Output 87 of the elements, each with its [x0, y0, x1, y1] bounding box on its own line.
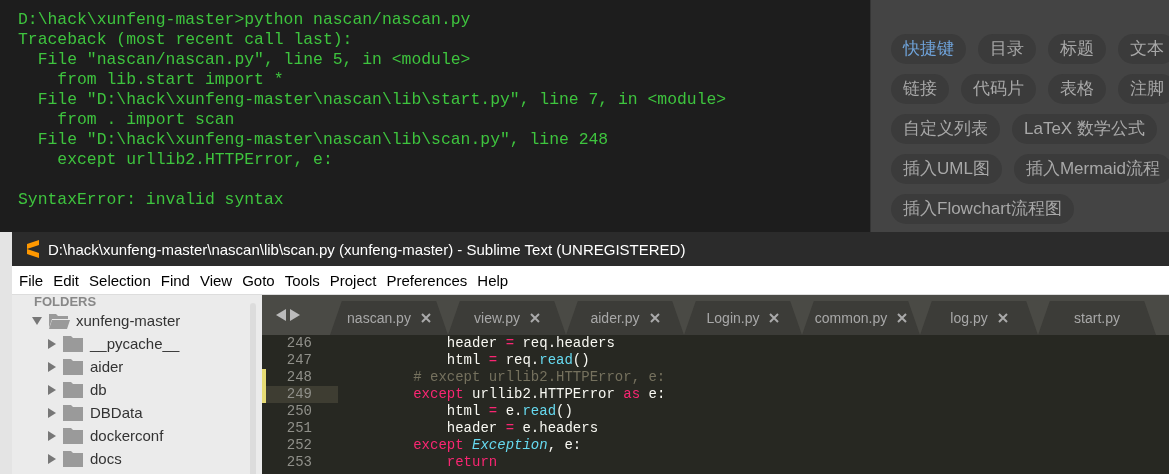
folder-name[interactable]: xunfeng-master — [76, 312, 181, 329]
line-number: 250 — [285, 403, 313, 420]
menu-item[interactable]: Goto — [237, 271, 280, 289]
open-folder-icon — [48, 311, 70, 330]
file-tab[interactable]: aider.py — [566, 301, 684, 335]
folder-name[interactable]: db — [90, 381, 107, 398]
help-tag[interactable]: 插入Flowchart流程图 — [891, 194, 1074, 224]
collapsed-arrow-icon[interactable] — [48, 453, 56, 464]
folder-name[interactable]: dockerconf — [90, 427, 164, 444]
code-editor[interactable]: 246 header = req.headers 247 html = req.read() 248 # except urllib2.HTTPError, e: 249 except urllib2.HTTPError as e: 250 html = e.read() 251 header = e.headers 252 except Exception, e: 253 return — [262, 335, 1169, 474]
expanded-arrow-icon[interactable] — [32, 316, 42, 325]
help-tag[interactable]: 目录 — [978, 34, 1036, 64]
collapsed-arrow-icon[interactable] — [48, 430, 56, 441]
terminal-line: File "nascan/nascan.py", line 5, in <module> — [36, 50, 471, 70]
file-tab[interactable]: view.py — [448, 301, 566, 335]
folder-name[interactable]: aider — [90, 358, 124, 375]
terminal-line: SyntaxError: invalid syntax — [18, 189, 284, 210]
line-number: 251 — [285, 420, 313, 437]
line-number: 253 — [285, 454, 313, 471]
close-icon[interactable] — [997, 313, 1008, 323]
collapsed-arrow-icon[interactable] — [48, 338, 56, 349]
code-line: except urllib2.HTTPError as e: — [412, 386, 666, 403]
line-number: 246 — [285, 335, 313, 352]
code-line: except Exception, e: — [412, 437, 582, 454]
terminal-line: except urllib2.HTTPError, e: — [56, 150, 333, 170]
code-line: html = req.read() — [445, 352, 590, 369]
menu-item[interactable]: File — [14, 271, 49, 289]
folder-icon — [62, 403, 84, 422]
folder-icon — [62, 380, 84, 399]
terminal-line: from lib.start import * — [56, 70, 284, 90]
close-icon[interactable] — [649, 313, 660, 323]
folder-icon — [62, 357, 84, 376]
code-line: return — [445, 454, 498, 471]
help-tag[interactable]: 注脚 — [1118, 74, 1169, 104]
code-line: html = e.read() — [445, 403, 573, 420]
terminal-line: File "D:\hack\xunfeng-master\nascan\lib\start.py", line 7, in <module> — [36, 90, 727, 110]
menu-item[interactable]: Edit — [48, 271, 85, 289]
menu-item[interactable]: Project — [324, 271, 382, 289]
collapsed-arrow-icon[interactable] — [48, 407, 56, 418]
collapsed-arrow-icon[interactable] — [48, 384, 56, 395]
help-tag[interactable]: 标题 — [1048, 34, 1106, 64]
menu-item[interactable]: Tools — [279, 271, 325, 289]
folder-name[interactable]: __pycache__ — [90, 335, 180, 352]
file-tab[interactable]: Login.py — [684, 301, 802, 335]
close-icon[interactable] — [897, 313, 908, 323]
terminal-line: D:\hack\xunfeng-master>python nascan/nascan.py — [18, 10, 471, 30]
help-tag[interactable]: 代码片 — [961, 74, 1036, 104]
file-tab[interactable]: nascan.py — [330, 301, 448, 335]
terminal-line: from . import scan — [56, 110, 235, 130]
folder-icon — [62, 334, 84, 353]
line-number: 252 — [285, 437, 313, 454]
right-arrow-icon[interactable] — [290, 309, 300, 321]
folder-icon — [62, 449, 84, 468]
app-logo-icon — [26, 240, 40, 258]
close-icon[interactable] — [769, 313, 780, 323]
folder-name[interactable]: docs — [90, 450, 122, 467]
menu-item[interactable]: Find — [155, 271, 195, 289]
terminal-line: Traceback (most recent call last): — [18, 30, 353, 50]
window-title: D:\hack\xunfeng-master\nascan\lib\scan.py (xunfeng-master) - Sublime Text (UNREGISTERED) — [48, 240, 686, 258]
help-tag[interactable]: LaTeX 数学公式 — [1012, 114, 1157, 144]
menu-item[interactable]: View — [194, 271, 238, 289]
menu-item[interactable]: Help — [472, 271, 514, 289]
file-tab[interactable]: start.py — [1038, 301, 1156, 335]
code-line: header = req.headers — [445, 335, 615, 352]
folder-name[interactable]: DBData — [90, 404, 143, 421]
file-tab[interactable]: log.py — [920, 301, 1038, 335]
help-tag[interactable]: 自定义列表 — [891, 114, 1000, 144]
help-tag[interactable]: 快捷键 — [891, 34, 966, 64]
line-number: 249 — [262, 386, 338, 403]
menu-item[interactable]: Selection — [84, 271, 156, 289]
code-line: # except urllib2.HTTPError, e: — [412, 369, 666, 386]
close-icon[interactable] — [420, 313, 431, 323]
collapsed-arrow-icon[interactable] — [48, 361, 56, 372]
folder-icon — [62, 426, 84, 445]
terminal-line: File "D:\hack\xunfeng-master\nascan\lib\scan.py", line 248 — [36, 130, 609, 150]
left-arrow-icon[interactable] — [276, 309, 286, 321]
help-tag[interactable]: 链接 — [891, 74, 949, 104]
file-tab[interactable]: common.py — [802, 301, 920, 335]
menu-item[interactable]: Preferences — [381, 271, 473, 289]
close-icon[interactable] — [529, 313, 540, 323]
help-tag[interactable]: 表格 — [1048, 74, 1106, 104]
help-tag[interactable]: 插入UML图 — [891, 154, 1002, 184]
line-number: 247 — [285, 352, 313, 369]
code-line: header = e.headers — [445, 420, 599, 437]
sidebar-heading: FOLDERS — [33, 295, 97, 309]
help-tag[interactable]: 文本 — [1118, 34, 1169, 64]
help-tag[interactable]: 插入Mermaid流程 — [1013, 154, 1169, 184]
